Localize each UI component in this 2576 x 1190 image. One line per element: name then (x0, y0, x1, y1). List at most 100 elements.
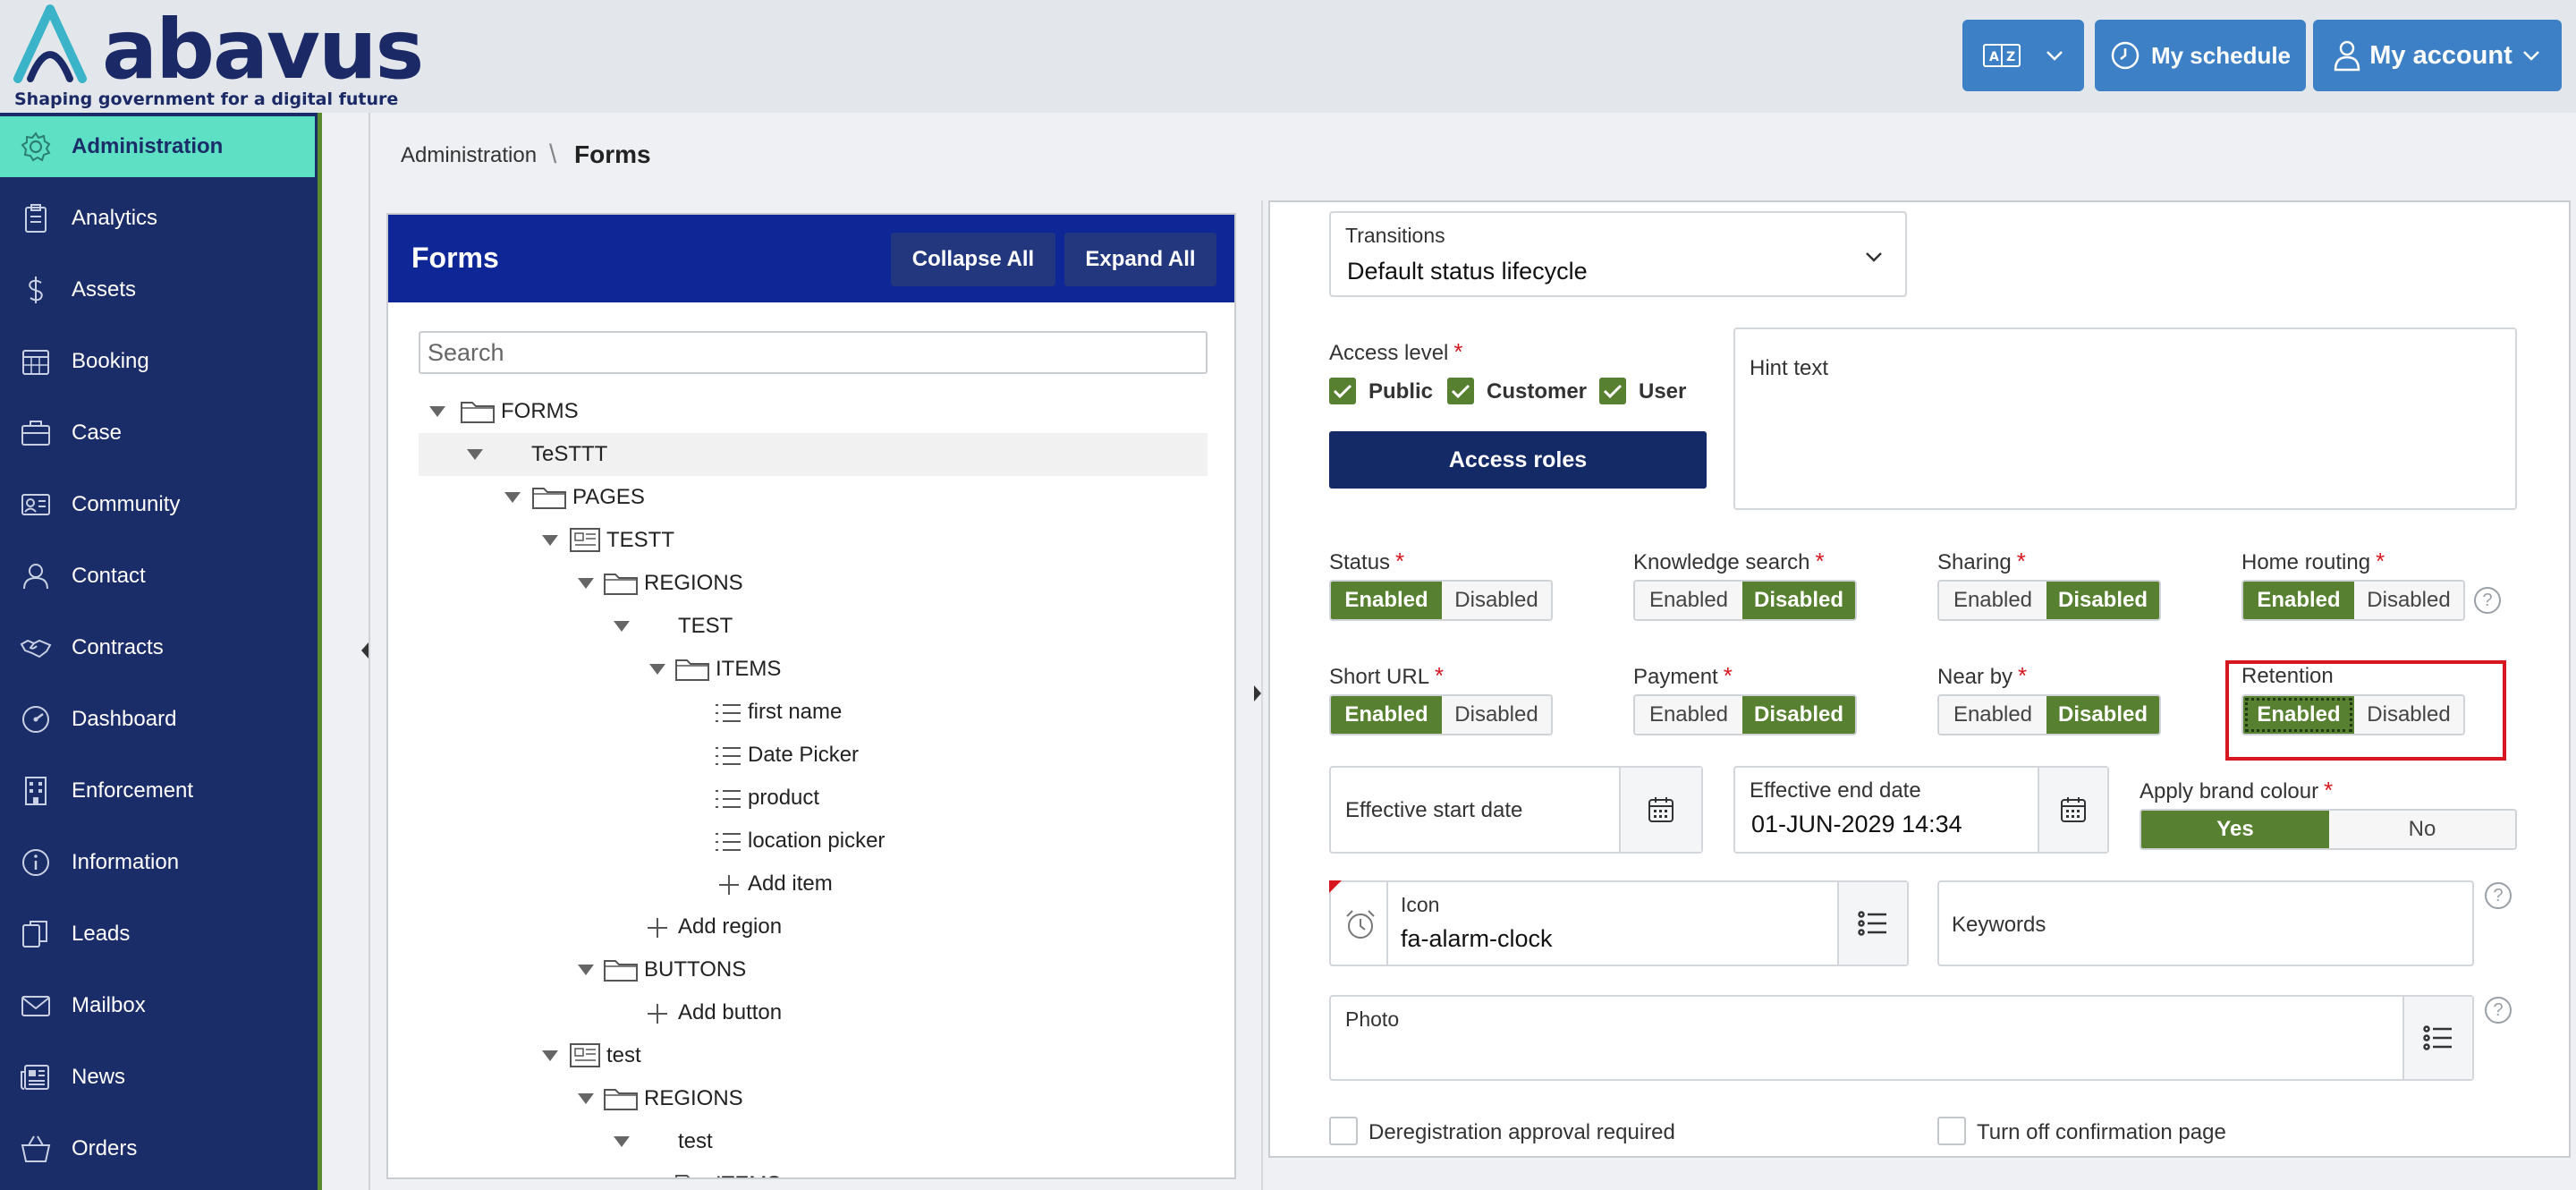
collapse-sidebar-icon[interactable] (360, 641, 370, 660)
near-by-disabled-option[interactable]: Disabled (2046, 696, 2159, 734)
deregistration-checkbox[interactable] (1329, 1117, 1358, 1145)
tree-node[interactable]: test (419, 1120, 1208, 1163)
keywords-field[interactable]: Keywords (1937, 880, 2474, 966)
tree-node[interactable]: REGIONS (419, 562, 1208, 605)
end-date-picker-button[interactable] (2038, 768, 2107, 852)
tree-item[interactable]: location picker (419, 820, 1208, 863)
tree-node[interactable]: test (419, 1034, 1208, 1077)
expand-toggle-icon[interactable] (504, 492, 521, 503)
access-roles-button[interactable]: Access roles (1329, 431, 1707, 489)
confirmation-page-checkbox[interactable] (1937, 1117, 1966, 1145)
payment-enabled-option[interactable]: Enabled (1635, 696, 1742, 734)
start-date-picker-button[interactable] (1619, 768, 1701, 852)
knowledge-search-enabled-option[interactable]: Enabled (1635, 582, 1742, 619)
photo-field[interactable]: Photo (1329, 995, 2474, 1081)
status-enabled-option[interactable]: Enabled (1331, 582, 1442, 619)
tree-node[interactable]: TEST (419, 605, 1208, 648)
add-region-link[interactable]: Add region (419, 905, 1208, 948)
expand-toggle-icon[interactable] (542, 535, 558, 546)
sidebar-item-mailbox[interactable]: Mailbox (0, 975, 315, 1036)
help-icon[interactable]: ? (2485, 882, 2512, 909)
sidebar-item-orders[interactable]: Orders (0, 1118, 315, 1179)
short-url-toggle[interactable]: Enabled Disabled (1329, 694, 1553, 735)
public-checkbox[interactable] (1329, 378, 1356, 404)
brand-colour-yes-option[interactable]: Yes (2141, 811, 2329, 848)
tree-node-selected[interactable]: TeSTTT (419, 433, 1208, 476)
help-icon[interactable]: ? (2474, 587, 2501, 614)
sidebar-item-contracts[interactable]: Contracts (0, 617, 315, 678)
tree-node[interactable]: BUTTONS (419, 948, 1208, 991)
short-url-enabled-option[interactable]: Enabled (1331, 696, 1442, 734)
sidebar-item-assets[interactable]: Assets (0, 259, 315, 320)
expand-toggle-icon[interactable] (614, 1136, 630, 1147)
effective-start-date-field[interactable]: Effective start date (1329, 766, 1703, 854)
add-button-link[interactable]: Add button (419, 991, 1208, 1034)
near-by-enabled-option[interactable]: Enabled (1939, 696, 2046, 734)
icon-field[interactable]: Icon fa-alarm-clock (1329, 880, 1909, 966)
expand-toggle-icon[interactable] (467, 449, 483, 460)
splitter-arrow-icon[interactable] (1252, 684, 1263, 703)
expand-all-button[interactable]: Expand All (1064, 233, 1216, 286)
sidebar-item-news[interactable]: News (0, 1047, 315, 1108)
sharing-disabled-option[interactable]: Disabled (2046, 582, 2159, 619)
sidebar-item-analytics[interactable]: Analytics (0, 188, 315, 249)
tree-node[interactable]: FORMS (419, 390, 1208, 433)
sidebar-item-administration[interactable]: Administration (0, 116, 315, 177)
retention-enabled-option[interactable]: Enabled (2243, 696, 2354, 734)
expand-toggle-icon[interactable] (578, 578, 594, 589)
short-url-disabled-option[interactable]: Disabled (1442, 696, 1551, 734)
my-account-button[interactable]: My account (2313, 20, 2562, 91)
sidebar-item-contact[interactable]: Contact (0, 546, 315, 607)
user-checkbox[interactable] (1599, 378, 1626, 404)
expand-toggle-icon[interactable] (614, 621, 630, 632)
expand-toggle-icon[interactable] (578, 1093, 594, 1104)
retention-toggle[interactable]: Enabled Disabled (2241, 694, 2465, 735)
tree-node[interactable]: REGIONS (419, 1077, 1208, 1120)
tree-node[interactable]: ITEMS (419, 648, 1208, 691)
home-routing-disabled-option[interactable]: Disabled (2354, 582, 2463, 619)
sidebar-item-dashboard[interactable]: Dashboard (0, 689, 315, 750)
sidebar-item-community[interactable]: Community (0, 474, 315, 535)
icon-picker-button[interactable] (1837, 882, 1907, 965)
sidebar-item-information[interactable]: Information (0, 832, 315, 893)
sharing-enabled-option[interactable]: Enabled (1939, 582, 2046, 619)
apply-brand-colour-toggle[interactable]: Yes No (2140, 809, 2517, 850)
tree-item[interactable]: Date Picker (419, 734, 1208, 777)
knowledge-search-toggle[interactable]: Enabled Disabled (1633, 580, 1857, 621)
expand-toggle-icon[interactable] (542, 1050, 558, 1061)
help-icon[interactable]: ? (2485, 997, 2512, 1024)
add-item-link[interactable]: Add item (419, 863, 1208, 905)
customer-checkbox[interactable] (1447, 378, 1474, 404)
photo-picker-button[interactable] (2402, 997, 2472, 1079)
sidebar-item-leads[interactable]: Leads (0, 904, 315, 965)
tree-item[interactable]: first name (419, 691, 1208, 734)
home-routing-enabled-option[interactable]: Enabled (2243, 582, 2354, 619)
tree-item[interactable]: product (419, 777, 1208, 820)
collapse-all-button[interactable]: Collapse All (891, 233, 1055, 286)
knowledge-search-disabled-option[interactable]: Disabled (1742, 582, 1855, 619)
sharing-toggle[interactable]: Enabled Disabled (1937, 580, 2161, 621)
status-toggle[interactable]: Enabled Disabled (1329, 580, 1553, 621)
status-disabled-option[interactable]: Disabled (1442, 582, 1551, 619)
expand-toggle-icon[interactable] (578, 965, 594, 975)
effective-end-date-field[interactable]: Effective end date 01-JUN-2029 14:34 (1733, 766, 2109, 854)
search-input[interactable]: Search (419, 331, 1208, 374)
payment-disabled-option[interactable]: Disabled (1742, 696, 1855, 734)
payment-toggle[interactable]: Enabled Disabled (1633, 694, 1857, 735)
tree-node[interactable]: ITEMS (419, 1163, 1208, 1177)
brand-logo[interactable]: abavus Shaping government for a digital … (13, 4, 424, 109)
brand-colour-no-option[interactable]: No (2329, 811, 2515, 848)
sidebar-item-case[interactable]: Case (0, 403, 315, 463)
transitions-select[interactable]: Transitions Default status lifecycle (1329, 211, 1907, 297)
my-schedule-button[interactable]: My schedule (2095, 20, 2306, 91)
home-routing-toggle[interactable]: Enabled Disabled (2241, 580, 2465, 621)
breadcrumb-parent[interactable]: Administration (401, 143, 537, 168)
near-by-toggle[interactable]: Enabled Disabled (1937, 694, 2161, 735)
tree-node[interactable]: TESTT (419, 519, 1208, 562)
language-button[interactable]: AZ (1962, 20, 2084, 91)
sidebar-item-booking[interactable]: Booking (0, 331, 315, 392)
sidebar-item-enforcement[interactable]: Enforcement (0, 761, 315, 821)
expand-toggle-icon[interactable] (649, 664, 665, 675)
hint-text-field[interactable]: Hint text (1733, 327, 2517, 510)
expand-toggle-icon[interactable] (429, 406, 445, 417)
